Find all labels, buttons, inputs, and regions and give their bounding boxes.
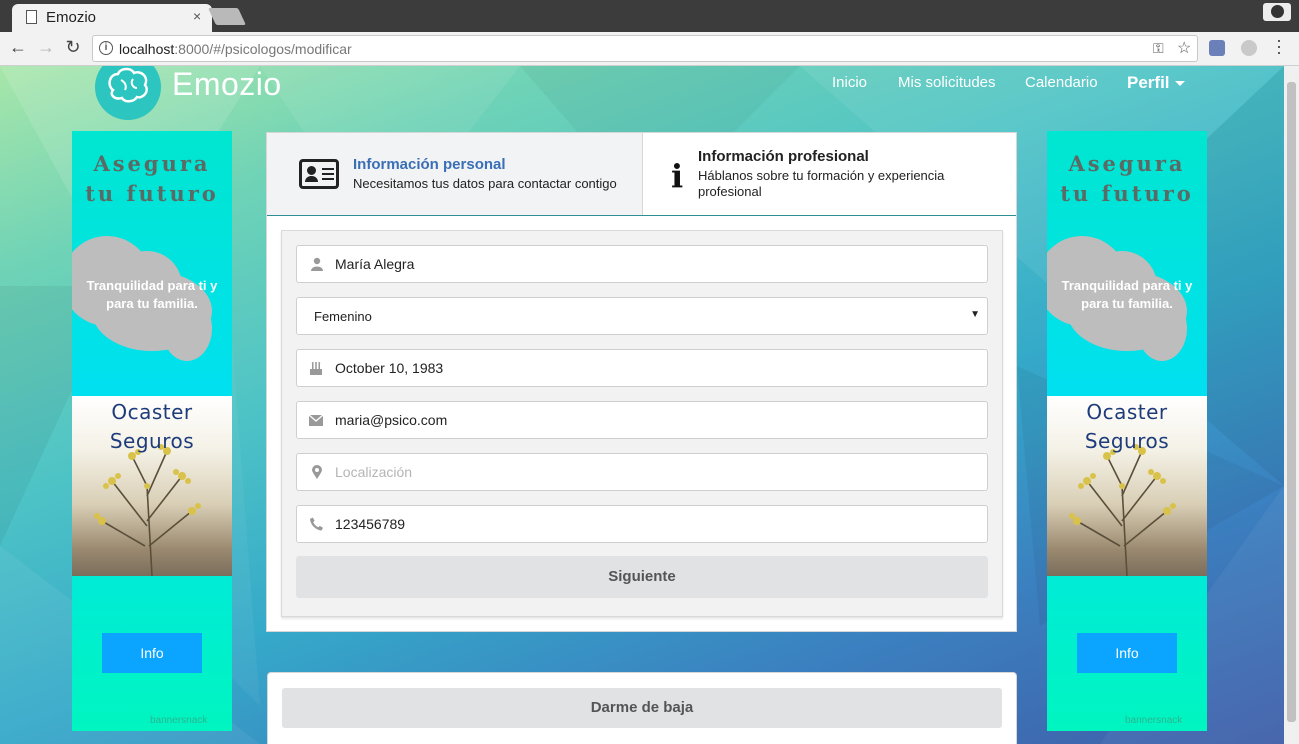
- angular-extension-icon[interactable]: [1241, 40, 1257, 56]
- gender-selected-value: Femenino: [314, 309, 372, 324]
- url-text: localhost:8000/#/psicologos/modificar: [119, 41, 352, 57]
- phone-input[interactable]: [335, 506, 975, 542]
- browser-toolbar: ← → ↻ i localhost:8000/#/psicologos/modi…: [0, 31, 1299, 66]
- id-card-icon: [299, 159, 339, 189]
- banner-title: Asegura tu futuro: [1060, 151, 1194, 206]
- banner-credit: bannersnack: [150, 715, 208, 726]
- extension-icon[interactable]: [1209, 40, 1225, 56]
- address-bar[interactable]: i localhost:8000/#/psicologos/modificar …: [92, 35, 1198, 62]
- banner-company: Ocaster Seguros: [109, 400, 195, 453]
- page-scrollbar[interactable]: [1284, 66, 1299, 744]
- scrollbar-thumb[interactable]: [1287, 82, 1296, 722]
- reload-icon[interactable]: ↻: [63, 37, 83, 58]
- profile-button[interactable]: [1263, 3, 1291, 21]
- banner-credit: bannersnack: [1125, 715, 1183, 726]
- birthdate-input[interactable]: [335, 350, 975, 386]
- user-icon: [311, 257, 323, 271]
- step2-subtitle: Háblanos sobre tu formación y experienci…: [698, 168, 945, 199]
- location-input[interactable]: [335, 454, 975, 490]
- nav-dropdown-perfil[interactable]: Perfil: [1127, 73, 1185, 93]
- new-tab-button[interactable]: [208, 8, 246, 25]
- chevron-down-icon: ▼: [970, 309, 980, 320]
- banner-info-button[interactable]: Info: [1077, 633, 1177, 673]
- next-button[interactable]: Siguiente: [296, 556, 988, 598]
- site-info-icon[interactable]: i: [99, 41, 113, 55]
- page-icon: [26, 10, 37, 24]
- caret-down-icon: [1174, 81, 1185, 87]
- gender-select[interactable]: Femenino ▼: [296, 297, 988, 335]
- banner-company: Ocaster Seguros: [1084, 400, 1170, 453]
- phone-icon: [310, 517, 323, 531]
- nav-link-inicio[interactable]: Inicio: [832, 74, 867, 91]
- nav-link-mis-solicitudes[interactable]: Mis solicitudes: [898, 74, 996, 91]
- step1-title: Información personal: [353, 156, 506, 173]
- birthday-cake-icon: [310, 362, 322, 375]
- account-icon: [1271, 5, 1284, 18]
- info-icon: i: [671, 157, 684, 195]
- name-field[interactable]: [296, 245, 988, 283]
- birthdate-field[interactable]: [296, 349, 988, 387]
- profile-wizard: Información personal Necesitamos tus dat…: [266, 132, 1017, 632]
- wizard-steps: Información personal Necesitamos tus dat…: [267, 133, 1016, 216]
- browser-menu-icon[interactable]: · · ·: [1276, 31, 1282, 61]
- personal-info-form: Femenino ▼ Siguiente: [281, 230, 1003, 617]
- step-informacion-personal[interactable]: Información personal Necesitamos tus dat…: [267, 133, 642, 215]
- phone-field[interactable]: [296, 505, 988, 543]
- banner-info-button[interactable]: Info: [102, 633, 202, 673]
- browser-tab[interactable]: Emozio ×: [12, 4, 212, 32]
- unsubscribe-button[interactable]: Darme de baja: [282, 688, 1002, 728]
- unsubscribe-panel: Darme de baja: [267, 672, 1017, 744]
- brand-name[interactable]: Emozio: [172, 66, 282, 103]
- tab-title: Emozio: [46, 9, 97, 26]
- banner-title: Asegura tu futuro: [85, 151, 219, 206]
- bookmark-star-icon[interactable]: ☆: [1177, 38, 1191, 58]
- email-input[interactable]: [335, 402, 975, 438]
- page-background: Emozio Inicio Mis solicitudes Calendario…: [0, 66, 1284, 744]
- nav-link-calendario[interactable]: Calendario: [1025, 74, 1098, 91]
- step-informacion-profesional[interactable]: i Información profesional Háblanos sobre…: [642, 133, 1016, 215]
- back-arrow-icon[interactable]: ←: [8, 37, 28, 58]
- location-field[interactable]: [296, 453, 988, 491]
- banner-tagline: Tranquilidad para ti y para tu familia.: [1061, 278, 1193, 311]
- step1-subtitle: Necesitamos tus datos para contactar con…: [353, 176, 617, 191]
- browser-tab-strip: Emozio ×: [0, 0, 1299, 32]
- key-icon[interactable]: ⚿: [1153, 40, 1164, 57]
- close-tab-icon[interactable]: ×: [193, 8, 201, 24]
- map-marker-icon: [312, 465, 322, 479]
- forward-arrow-icon[interactable]: →: [36, 37, 56, 58]
- email-field[interactable]: [296, 401, 988, 439]
- step2-title: Información profesional: [698, 148, 869, 165]
- banner-tagline: Tranquilidad para ti y para tu familia.: [86, 278, 218, 311]
- name-input[interactable]: [335, 246, 975, 282]
- ad-banner-right[interactable]: Asegura tu futuro Tranquilidad para ti yp…: [1047, 131, 1207, 731]
- ad-banner-left[interactable]: Asegura tu futuro Tranquilidad para ti yp…: [72, 131, 232, 731]
- brain-logo-icon[interactable]: [95, 66, 161, 120]
- envelope-icon: [309, 415, 323, 426]
